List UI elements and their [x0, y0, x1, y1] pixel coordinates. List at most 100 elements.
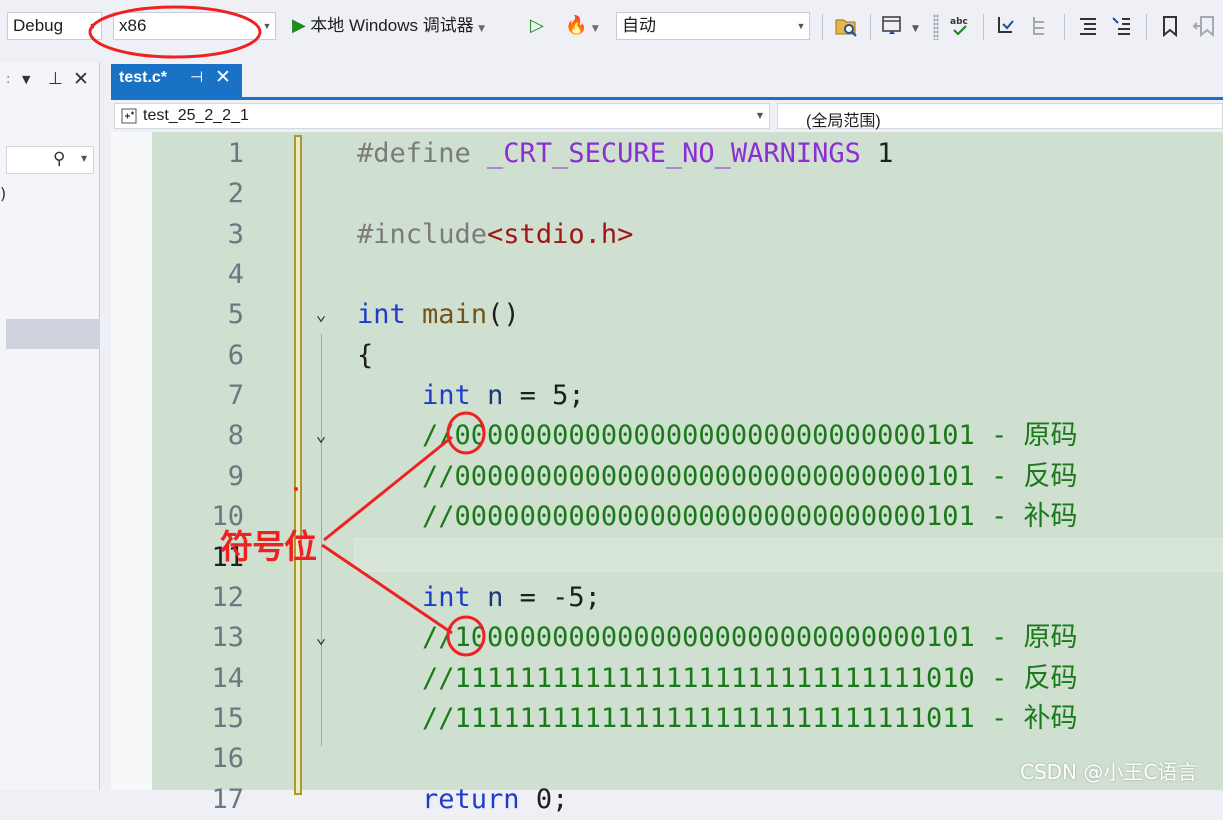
global-scope-value: (全局范围)	[806, 113, 881, 130]
code-token: #include	[357, 218, 488, 250]
line-number: 17	[211, 783, 244, 815]
code-token: main	[422, 299, 488, 331]
main-toolbar: Debug ▼ x86 ▼ ▶ 本地 Windows 调试器 ▼ ▷ 🔥 ▼ 自…	[0, 0, 1223, 58]
fold-toggle-icon[interactable]: ⌄	[310, 295, 332, 335]
code-token: = 5;	[503, 380, 585, 412]
search-icon: ⚲	[53, 149, 66, 169]
line-number: 4	[227, 259, 244, 291]
code-line[interactable]: 15 //11111111111111111111111111111011 - …	[111, 699, 1223, 739]
startup-target-value: 自动	[622, 16, 656, 35]
panel-menu-button[interactable]: ▼	[22, 73, 30, 86]
code-line[interactable]: 8 ⌄ //00000000000000000000000000000101 - …	[111, 416, 1223, 456]
code-token: //00000000000000000000000000000101 - 补码	[422, 501, 1078, 533]
tab-test-c[interactable]: test.c* ⊣ ✕	[111, 64, 242, 97]
code-text: //00000000000000000000000000000101 - 补码	[357, 497, 1077, 537]
code-line[interactable]: 3 #include<stdio.h>	[111, 215, 1223, 255]
code-token: 0;	[519, 783, 569, 815]
configuration-dropdown[interactable]: Debug ▼	[7, 12, 102, 40]
selected-tree-item[interactable]	[6, 319, 100, 349]
search-input[interactable]: ⚲ ▼	[6, 146, 94, 174]
fold-toggle-icon[interactable]: ⌄	[310, 416, 332, 456]
previous-bookmark-icon[interactable]	[1192, 14, 1216, 38]
project-scope-dropdown[interactable]: test_25_2_2_1 ▼	[114, 103, 770, 129]
code-line[interactable]: 1 #define _CRT_SECURE_NO_WARNINGS 1	[111, 134, 1223, 174]
uncomment-lines-icon[interactable]	[1110, 14, 1134, 38]
configuration-value: Debug	[13, 16, 64, 35]
bookmark-icon[interactable]	[1158, 14, 1182, 38]
code-line[interactable]: 14 //11111111111111111111111111111010 - …	[111, 659, 1223, 699]
toolbar-separator	[870, 14, 871, 40]
code-text: return 0;	[357, 780, 568, 820]
find-in-files-icon[interactable]	[834, 14, 858, 38]
line-number: 14	[211, 662, 244, 694]
format-document-icon[interactable]	[994, 14, 1018, 38]
code-token: //11111111111111111111111111111011 - 补码	[422, 702, 1078, 734]
code-editor[interactable]: 1 #define _CRT_SECURE_NO_WARNINGS 1 2 3 #inc…	[111, 132, 1223, 815]
platform-dropdown[interactable]: x86 ▼	[113, 12, 276, 40]
window-layout-icon[interactable]	[880, 14, 904, 38]
startup-target-dropdown[interactable]: 自动 ▼	[616, 12, 810, 40]
spell-check-icon[interactable]: abc	[948, 14, 972, 38]
code-token: 1	[860, 138, 894, 169]
toolbar-separator	[1064, 14, 1065, 40]
start-without-debugging-button[interactable]: ▷	[530, 12, 544, 40]
code-line[interactable]: 5 ⌄ int main()	[111, 295, 1223, 335]
line-number: 5	[227, 299, 244, 331]
code-token: int	[422, 581, 471, 613]
code-line[interactable]: 7 int n = 5;	[111, 376, 1223, 416]
code-line[interactable]: 17 return 0;	[111, 780, 1223, 820]
close-icon[interactable]: ✕	[73, 68, 89, 90]
hot-reload-button[interactable]: 🔥 ▼	[565, 12, 599, 40]
line-number: 1	[227, 138, 244, 169]
chevron-down-icon: ▼	[756, 111, 763, 120]
project-icon	[121, 108, 137, 124]
close-icon[interactable]: ✕	[215, 66, 231, 88]
line-number: 6	[227, 339, 244, 371]
line-number: 7	[227, 380, 244, 412]
code-token: //00000000000000000000000000000101 - 原码	[422, 420, 1078, 452]
code-text: #define _CRT_SECURE_NO_WARNINGS 1	[357, 134, 893, 174]
line-number: 2	[227, 178, 244, 210]
code-line[interactable]: 9 //00000000000000000000000000000101 - 反…	[111, 457, 1223, 497]
pin-icon[interactable]: ⊣	[190, 68, 203, 86]
line-number: 13	[211, 622, 244, 654]
tab-title: test.c*	[119, 69, 168, 86]
code-token: _CRT_SECURE_NO_WARNINGS	[487, 138, 861, 169]
tree-item-fragment[interactable]: )	[0, 184, 6, 203]
code-line[interactable]: 13 ⌄ //10000000000000000000000000000101 -…	[111, 618, 1223, 658]
chevron-down-icon: ▼	[912, 24, 919, 34]
code-line[interactable]: 12 int n = -5;	[111, 578, 1223, 618]
code-line[interactable]: 6{	[111, 336, 1223, 376]
start-debugging-button[interactable]: ▶ 本地 Windows 调试器 ▼	[292, 12, 485, 40]
sign-bit-label: 符号位	[220, 527, 317, 566]
code-token: ()	[487, 299, 520, 331]
fold-toggle-icon[interactable]: ⌄	[310, 618, 332, 658]
outline-icon[interactable]	[1028, 14, 1052, 38]
toolbar-separator	[983, 14, 984, 40]
code-line[interactable]: 2	[111, 174, 1223, 214]
chevron-down-icon: ▼	[88, 21, 98, 31]
code-text: int n = 5;	[357, 376, 585, 416]
debugger-label: 本地 Windows 调试器	[310, 16, 474, 35]
comment-lines-icon[interactable]	[1076, 14, 1100, 38]
line-number: 12	[211, 581, 244, 613]
global-scope-dropdown[interactable]: (全局范围)	[777, 103, 1223, 130]
chevron-down-icon: ▼	[81, 154, 88, 163]
pin-icon[interactable]: ⊥	[48, 69, 63, 89]
code-line[interactable]: 4	[111, 255, 1223, 295]
toolbar-separator	[1146, 14, 1147, 40]
chevron-down-icon: ▼	[478, 24, 486, 34]
watermark: CSDN @小王C语言	[1020, 760, 1198, 784]
line-number: 8	[227, 420, 244, 452]
chevron-down-icon: ▼	[591, 24, 599, 34]
